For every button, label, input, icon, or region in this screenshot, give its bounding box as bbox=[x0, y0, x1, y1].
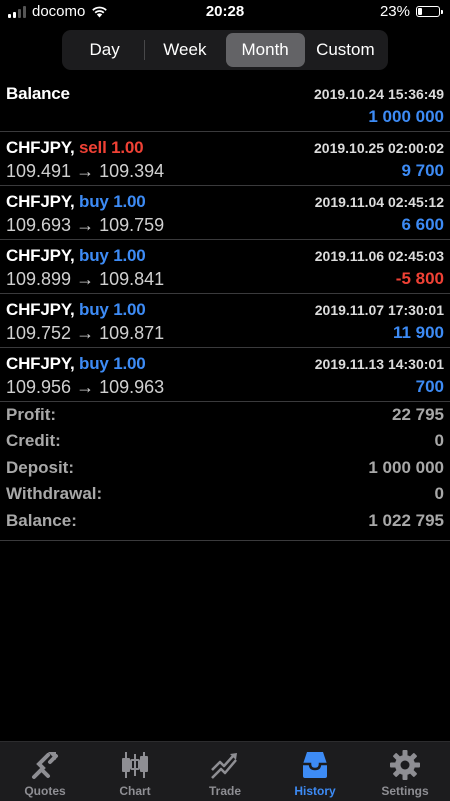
summary-label: Withdrawal: bbox=[6, 484, 103, 504]
summary-value: 0 bbox=[434, 431, 444, 451]
summary-withdrawal: Withdrawal: 0 bbox=[0, 481, 450, 507]
deal-title: CHFJPY, buy 1.00 bbox=[6, 354, 146, 374]
deal-side: buy 1.00 bbox=[79, 192, 146, 211]
deal-title: CHFJPY, buy 1.00 bbox=[6, 246, 146, 266]
battery-icon bbox=[416, 6, 443, 17]
deal-datetime: 2019.11.06 02:45:03 bbox=[314, 248, 444, 264]
deal-profit: 11 900 bbox=[392, 323, 444, 342]
deal-row[interactable]: CHFJPY, buy 1.00 109.956 → 109.963 2019.… bbox=[0, 348, 450, 402]
tab-history[interactable]: History bbox=[270, 742, 360, 801]
deal-profit: 9 700 bbox=[401, 161, 444, 180]
tab-label: Trade bbox=[208, 784, 241, 798]
tab-settings[interactable]: Settings bbox=[360, 742, 450, 801]
history-icon bbox=[303, 752, 327, 778]
deal-profit: -5 800 bbox=[395, 269, 444, 288]
period-segmented-control: Day Week Month Custom bbox=[62, 30, 388, 70]
settings-icon bbox=[390, 750, 420, 780]
deal-row[interactable]: CHFJPY, sell 1.00 109.491 → 109.394 2019… bbox=[0, 132, 450, 186]
history-summary: Profit: 22 795 Credit: 0 Deposit: 1 000 … bbox=[0, 402, 450, 541]
chart-icon bbox=[122, 752, 148, 778]
summary-value: 1 000 000 bbox=[368, 457, 444, 477]
tab-label: Settings bbox=[381, 784, 429, 798]
summary-credit: Credit: 0 bbox=[0, 428, 450, 454]
balance-title: Balance bbox=[6, 84, 70, 103]
summary-label: Credit: bbox=[6, 431, 61, 451]
summary-label: Deposit: bbox=[6, 457, 74, 477]
deal-row[interactable]: CHFJPY, buy 1.00 109.693 → 109.759 2019.… bbox=[0, 186, 450, 240]
deal-symbol: CHFJPY, bbox=[6, 354, 75, 373]
balance-row[interactable]: Balance 2019.10.24 15:36:49 1 000 000 bbox=[0, 78, 450, 132]
tab-label: Quotes bbox=[24, 784, 66, 798]
segment-week[interactable]: Week bbox=[145, 33, 224, 67]
deal-side: buy 1.00 bbox=[79, 300, 146, 319]
deal-side: sell 1.00 bbox=[79, 138, 144, 157]
deal-title: CHFJPY, buy 1.00 bbox=[6, 192, 146, 212]
status-right: 23% bbox=[379, 3, 443, 20]
deal-datetime: 2019.11.07 17:30:01 bbox=[314, 302, 444, 318]
deal-symbol: CHFJPY, bbox=[6, 246, 75, 265]
deal-prices: 109.693 → 109.759 bbox=[6, 215, 165, 235]
deal-profit: 700 bbox=[415, 377, 444, 396]
deal-row[interactable]: CHFJPY, buy 1.00 109.752 → 109.871 2019.… bbox=[0, 294, 450, 348]
deal-symbol: CHFJPY, bbox=[6, 192, 75, 211]
deal-profit: 6 600 bbox=[401, 215, 444, 234]
trade-icon bbox=[211, 753, 237, 779]
deal-side: buy 1.00 bbox=[79, 246, 146, 265]
segment-month[interactable]: Month bbox=[225, 33, 305, 67]
deal-prices: 109.956 → 109.963 bbox=[6, 377, 165, 397]
summary-value: 0 bbox=[434, 484, 444, 504]
deal-prices: 109.491 → 109.394 bbox=[6, 161, 165, 181]
segment-day[interactable]: Day bbox=[65, 33, 144, 67]
battery-percent: 23% bbox=[379, 3, 410, 20]
deal-row[interactable]: CHFJPY, buy 1.00 109.899 → 109.841 2019.… bbox=[0, 240, 450, 294]
tab-trade[interactable]: Trade bbox=[180, 742, 270, 801]
deal-title: CHFJPY, sell 1.00 bbox=[6, 138, 144, 158]
summary-deposit: Deposit: 1 000 000 bbox=[0, 455, 450, 481]
tab-bar: Quotes Chart Trade History Settings bbox=[0, 741, 450, 801]
summary-value: 22 795 bbox=[392, 405, 444, 424]
deal-side: buy 1.00 bbox=[79, 354, 146, 373]
deal-datetime: 2019.11.04 02:45:12 bbox=[314, 194, 444, 210]
deal-symbol: CHFJPY, bbox=[6, 138, 75, 157]
balance-datetime: 2019.10.24 15:36:49 bbox=[314, 86, 444, 102]
summary-balance: Balance: 1 022 795 bbox=[0, 508, 450, 534]
deal-datetime: 2019.11.13 14:30:01 bbox=[314, 356, 444, 372]
deal-prices: 109.899 → 109.841 bbox=[6, 269, 165, 289]
balance-amount: 1 000 000 bbox=[368, 107, 444, 126]
summary-label: Profit: bbox=[6, 405, 57, 424]
deal-prices: 109.752 → 109.871 bbox=[6, 323, 165, 343]
summary-profit: Profit: 22 795 bbox=[0, 402, 450, 428]
status-bar: docomo 20:28 23% bbox=[0, 0, 450, 24]
summary-value: 1 022 795 bbox=[368, 510, 444, 530]
segment-custom[interactable]: Custom bbox=[306, 33, 385, 67]
deal-datetime: 2019.10.25 02:00:02 bbox=[314, 140, 444, 156]
history-list: Balance 2019.10.24 15:36:49 1 000 000 CH… bbox=[0, 78, 450, 402]
deal-title: CHFJPY, buy 1.00 bbox=[6, 300, 146, 320]
tab-chart[interactable]: Chart bbox=[90, 742, 180, 801]
tab-label: Chart bbox=[119, 784, 151, 798]
tab-quotes[interactable]: Quotes bbox=[0, 742, 90, 801]
summary-label: Balance: bbox=[6, 510, 77, 530]
quotes-icon bbox=[32, 752, 58, 779]
tab-label: History bbox=[294, 784, 336, 798]
deal-symbol: CHFJPY, bbox=[6, 300, 75, 319]
